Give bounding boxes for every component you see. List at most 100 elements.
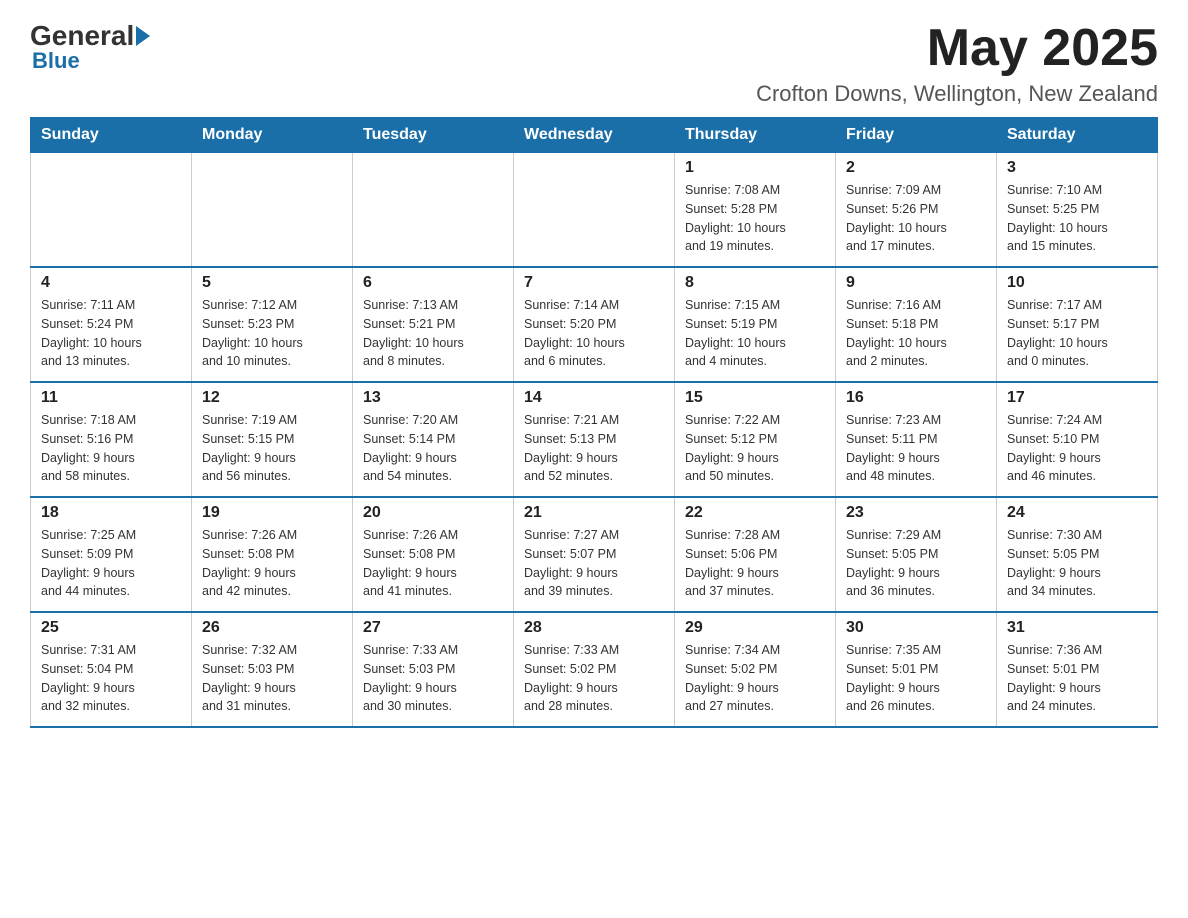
calendar-cell: 20 Sunrise: 7:26 AMSunset: 5:08 PMDayligh… [353,497,514,612]
calendar-header: SundayMondayTuesdayWednesdayThursdayFrid… [31,118,1158,153]
day-info: Sunrise: 7:31 AMSunset: 5:04 PMDaylight:… [41,641,181,716]
calendar-week-row: 4 Sunrise: 7:11 AMSunset: 5:24 PMDaylight… [31,267,1158,382]
calendar-cell: 30 Sunrise: 7:35 AMSunset: 5:01 PMDayligh… [836,612,997,727]
day-number: 14 [524,389,664,407]
day-info: Sunrise: 7:24 AMSunset: 5:10 PMDaylight:… [1007,411,1147,486]
day-number: 15 [685,389,825,407]
calendar-cell: 18 Sunrise: 7:25 AMSunset: 5:09 PMDayligh… [31,497,192,612]
calendar-cell [31,153,192,268]
day-number: 6 [363,274,503,292]
calendar-cell: 25 Sunrise: 7:31 AMSunset: 5:04 PMDayligh… [31,612,192,727]
calendar-cell: 29 Sunrise: 7:34 AMSunset: 5:02 PMDayligh… [675,612,836,727]
day-info: Sunrise: 7:28 AMSunset: 5:06 PMDaylight:… [685,526,825,601]
page-header: General Blue May 2025 Crofton Downs, Wel… [30,20,1158,107]
calendar-cell: 24 Sunrise: 7:30 AMSunset: 5:05 PMDayligh… [997,497,1158,612]
day-number: 4 [41,274,181,292]
day-number: 3 [1007,159,1147,177]
day-number: 29 [685,619,825,637]
day-info: Sunrise: 7:16 AMSunset: 5:18 PMDaylight:… [846,296,986,371]
day-info: Sunrise: 7:29 AMSunset: 5:05 PMDaylight:… [846,526,986,601]
calendar-cell: 10 Sunrise: 7:17 AMSunset: 5:17 PMDayligh… [997,267,1158,382]
day-number: 7 [524,274,664,292]
calendar-week-row: 25 Sunrise: 7:31 AMSunset: 5:04 PMDayligh… [31,612,1158,727]
calendar-cell: 21 Sunrise: 7:27 AMSunset: 5:07 PMDayligh… [514,497,675,612]
day-number: 9 [846,274,986,292]
calendar-cell: 19Sunrise: 7:26 AMSunset: 5:08 PMDayligh… [192,497,353,612]
day-info: Sunrise: 7:25 AMSunset: 5:09 PMDaylight:… [41,526,181,601]
calendar-cell: 23Sunrise: 7:29 AMSunset: 5:05 PMDayligh… [836,497,997,612]
day-info: Sunrise: 7:22 AMSunset: 5:12 PMDaylight:… [685,411,825,486]
day-number: 25 [41,619,181,637]
day-number: 10 [1007,274,1147,292]
day-info: Sunrise: 7:26 AMSunset: 5:08 PMDaylight:… [363,526,503,601]
title-block: May 2025 Crofton Downs, Wellington, New … [756,20,1158,107]
day-number: 16 [846,389,986,407]
day-number: 11 [41,389,181,407]
weekday-header-monday: Monday [192,118,353,153]
day-info: Sunrise: 7:23 AMSunset: 5:11 PMDaylight:… [846,411,986,486]
day-info: Sunrise: 7:10 AMSunset: 5:25 PMDaylight:… [1007,181,1147,256]
day-number: 27 [363,619,503,637]
calendar-cell: 26Sunrise: 7:32 AMSunset: 5:03 PMDayligh… [192,612,353,727]
day-info: Sunrise: 7:12 AMSunset: 5:23 PMDaylight:… [202,296,342,371]
day-info: Sunrise: 7:33 AMSunset: 5:02 PMDaylight:… [524,641,664,716]
day-info: Sunrise: 7:21 AMSunset: 5:13 PMDaylight:… [524,411,664,486]
day-info: Sunrise: 7:13 AMSunset: 5:21 PMDaylight:… [363,296,503,371]
calendar-week-row: 11Sunrise: 7:18 AMSunset: 5:16 PMDayligh… [31,382,1158,497]
calendar-cell [514,153,675,268]
day-number: 18 [41,504,181,522]
day-number: 30 [846,619,986,637]
weekday-header-thursday: Thursday [675,118,836,153]
day-number: 21 [524,504,664,522]
calendar-week-row: 18 Sunrise: 7:25 AMSunset: 5:09 PMDayligh… [31,497,1158,612]
calendar-cell: 22 Sunrise: 7:28 AMSunset: 5:06 PMDayligh… [675,497,836,612]
calendar-table: SundayMondayTuesdayWednesdayThursdayFrid… [30,117,1158,728]
weekday-header-sunday: Sunday [31,118,192,153]
day-info: Sunrise: 7:17 AMSunset: 5:17 PMDaylight:… [1007,296,1147,371]
day-info: Sunrise: 7:14 AMSunset: 5:20 PMDaylight:… [524,296,664,371]
calendar-cell: 9 Sunrise: 7:16 AMSunset: 5:18 PMDaylight… [836,267,997,382]
calendar-cell: 1Sunrise: 7:08 AMSunset: 5:28 PMDaylight… [675,153,836,268]
weekday-header-row: SundayMondayTuesdayWednesdayThursdayFrid… [31,118,1158,153]
calendar-cell: 4 Sunrise: 7:11 AMSunset: 5:24 PMDaylight… [31,267,192,382]
day-info: Sunrise: 7:19 AMSunset: 5:15 PMDaylight:… [202,411,342,486]
calendar-cell: 14 Sunrise: 7:21 AMSunset: 5:13 PMDayligh… [514,382,675,497]
day-number: 12 [202,389,342,407]
calendar-cell: 3 Sunrise: 7:10 AMSunset: 5:25 PMDaylight… [997,153,1158,268]
location-text: Crofton Downs, Wellington, New Zealand [756,81,1158,107]
day-info: Sunrise: 7:20 AMSunset: 5:14 PMDaylight:… [363,411,503,486]
weekday-header-saturday: Saturday [997,118,1158,153]
logo-blue-text: Blue [30,48,80,74]
day-number: 31 [1007,619,1147,637]
day-number: 13 [363,389,503,407]
day-number: 5 [202,274,342,292]
day-number: 19 [202,504,342,522]
calendar-cell: 31 Sunrise: 7:36 AMSunset: 5:01 PMDayligh… [997,612,1158,727]
logo-arrow-icon [136,26,150,46]
calendar-cell: 11Sunrise: 7:18 AMSunset: 5:16 PMDayligh… [31,382,192,497]
day-number: 8 [685,274,825,292]
day-info: Sunrise: 7:27 AMSunset: 5:07 PMDaylight:… [524,526,664,601]
calendar-cell: 6 Sunrise: 7:13 AMSunset: 5:21 PMDaylight… [353,267,514,382]
day-number: 26 [202,619,342,637]
day-info: Sunrise: 7:15 AMSunset: 5:19 PMDaylight:… [685,296,825,371]
day-info: Sunrise: 7:36 AMSunset: 5:01 PMDaylight:… [1007,641,1147,716]
calendar-cell: 2Sunrise: 7:09 AMSunset: 5:26 PMDaylight… [836,153,997,268]
day-number: 1 [685,159,825,177]
calendar-cell: 12 Sunrise: 7:19 AMSunset: 5:15 PMDayligh… [192,382,353,497]
calendar-cell [353,153,514,268]
day-number: 24 [1007,504,1147,522]
calendar-cell: 7 Sunrise: 7:14 AMSunset: 5:20 PMDaylight… [514,267,675,382]
day-info: Sunrise: 7:09 AMSunset: 5:26 PMDaylight:… [846,181,986,256]
day-number: 22 [685,504,825,522]
calendar-body: 1Sunrise: 7:08 AMSunset: 5:28 PMDaylight… [31,153,1158,728]
day-number: 20 [363,504,503,522]
day-info: Sunrise: 7:11 AMSunset: 5:24 PMDaylight:… [41,296,181,371]
calendar-cell: 15 Sunrise: 7:22 AMSunset: 5:12 PMDayligh… [675,382,836,497]
day-info: Sunrise: 7:30 AMSunset: 5:05 PMDaylight:… [1007,526,1147,601]
day-number: 17 [1007,389,1147,407]
day-info: Sunrise: 7:34 AMSunset: 5:02 PMDaylight:… [685,641,825,716]
calendar-cell: 13 Sunrise: 7:20 AMSunset: 5:14 PMDayligh… [353,382,514,497]
day-info: Sunrise: 7:35 AMSunset: 5:01 PMDaylight:… [846,641,986,716]
day-number: 28 [524,619,664,637]
